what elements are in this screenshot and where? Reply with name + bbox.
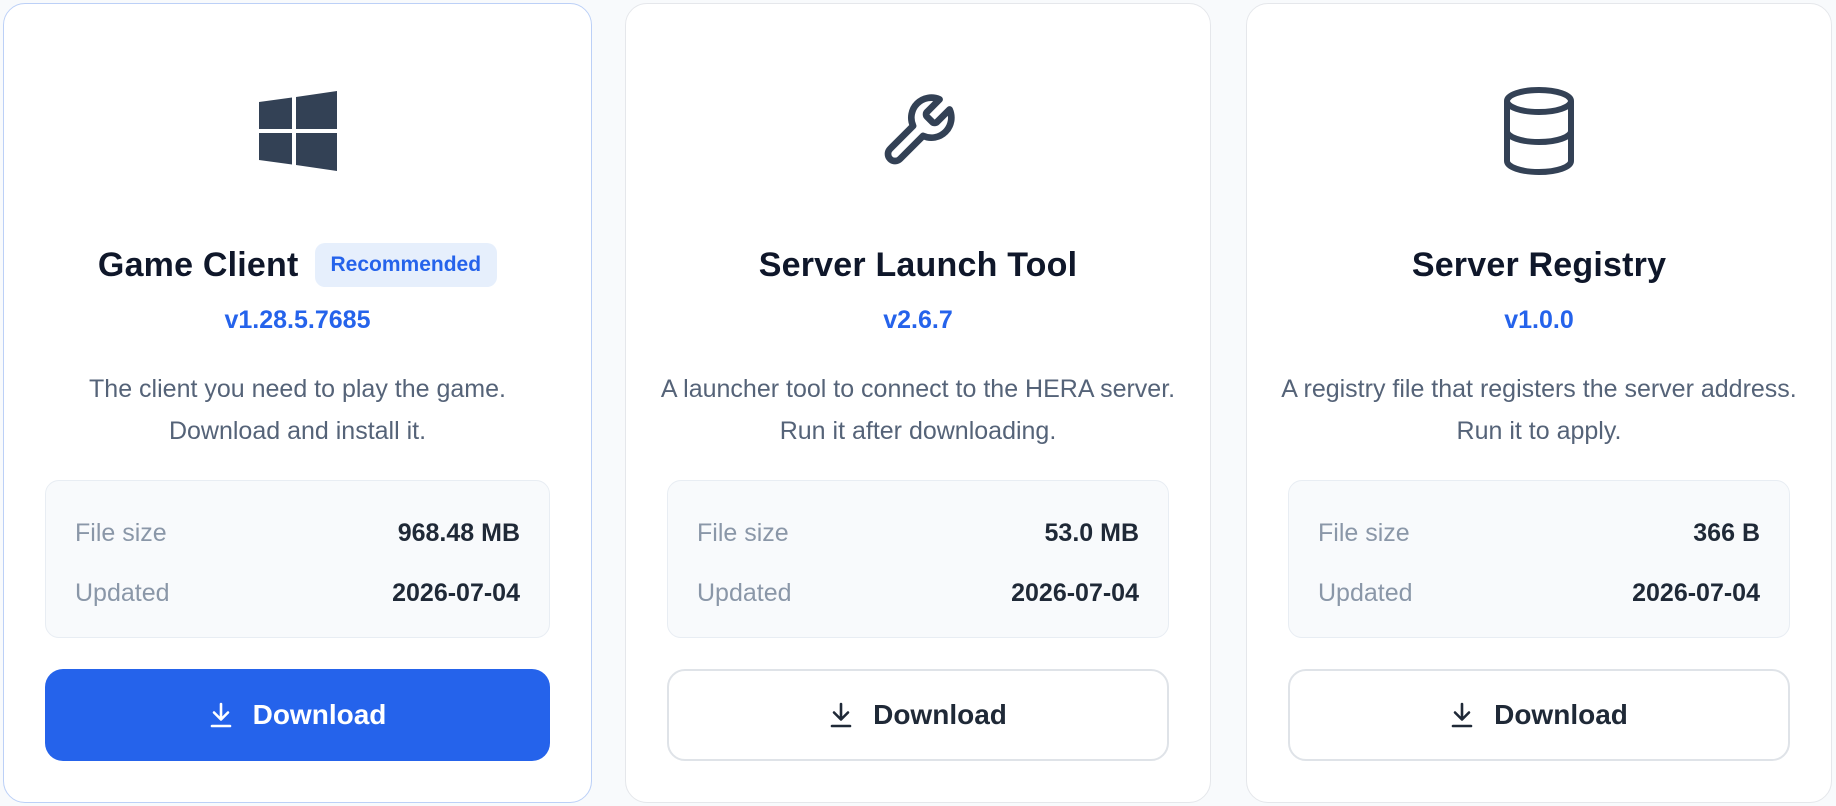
file-size-label: File size (1318, 518, 1410, 547)
file-size-label: File size (75, 518, 167, 547)
card-title-row: Server Launch Tool (626, 240, 1210, 290)
version-label: v1.0.0 (1504, 306, 1574, 334)
database-icon (1247, 86, 1831, 176)
file-size-value: 366 B (1693, 518, 1760, 547)
updated-row: Updated 2026-07-04 (75, 575, 520, 611)
download-icon (209, 701, 233, 729)
file-size-label: File size (697, 518, 789, 547)
card-server-launch-tool: Server Launch Tool v2.6.7 A launcher too… (625, 3, 1211, 803)
recommended-badge: Recommended (314, 243, 498, 287)
windows-icon (4, 86, 591, 176)
card-title: Game Client (97, 245, 299, 284)
card-server-registry: Server Registry v1.0.0 A registry file t… (1246, 3, 1832, 803)
updated-value: 2026-07-04 (392, 578, 520, 607)
card-title: Server Registry (1411, 245, 1667, 284)
file-size-row: File size 968.48 MB (75, 515, 520, 551)
updated-row: Updated 2026-07-04 (697, 575, 1139, 611)
file-info-panel: File size 366 B Updated 2026-07-04 (1288, 480, 1790, 638)
file-info-panel: File size 53.0 MB Updated 2026-07-04 (667, 480, 1169, 638)
card-description: The client you need to play the game. Do… (89, 375, 506, 445)
download-button-label: Download (1494, 699, 1628, 730)
file-size-row: File size 366 B (1318, 515, 1760, 551)
updated-label: Updated (75, 578, 170, 607)
updated-value: 2026-07-04 (1632, 578, 1760, 607)
updated-value: 2026-07-04 (1011, 578, 1139, 607)
download-icon (1450, 701, 1474, 729)
card-title-row: Game Client Recommended (4, 240, 591, 290)
wrench-icon (626, 86, 1210, 176)
card-game-client: Game Client Recommended v1.28.5.7685 The… (3, 3, 592, 803)
updated-label: Updated (697, 578, 792, 607)
file-size-value: 53.0 MB (1044, 518, 1139, 547)
card-title-row: Server Registry (1247, 240, 1831, 290)
version-label: v1.28.5.7685 (224, 306, 371, 334)
updated-row: Updated 2026-07-04 (1318, 575, 1760, 611)
file-size-value: 968.48 MB (397, 518, 520, 547)
download-button-label: Download (873, 699, 1007, 730)
download-icon (829, 701, 853, 729)
file-info-panel: File size 968.48 MB Updated 2026-07-04 (45, 480, 550, 638)
download-button-server-launch-tool[interactable]: Download (667, 669, 1169, 761)
download-cards: Game Client Recommended v1.28.5.7685 The… (0, 0, 1836, 806)
card-description: A launcher tool to connect to the HERA s… (660, 375, 1176, 445)
card-title: Server Launch Tool (758, 245, 1078, 284)
download-button-server-registry[interactable]: Download (1288, 669, 1790, 761)
updated-label: Updated (1318, 578, 1413, 607)
file-size-row: File size 53.0 MB (697, 515, 1139, 551)
version-label: v2.6.7 (883, 306, 953, 334)
download-button-label: Download (252, 699, 387, 730)
card-description: A registry file that registers the serve… (1281, 375, 1797, 445)
download-button-game-client[interactable]: Download (45, 669, 550, 761)
